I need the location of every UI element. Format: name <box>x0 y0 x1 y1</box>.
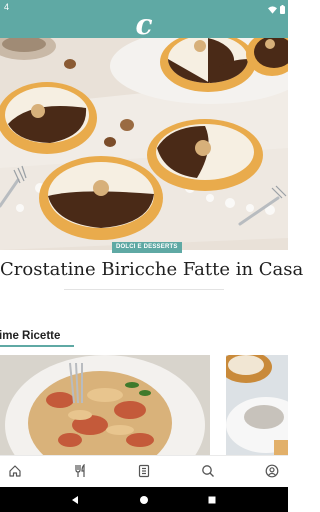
home-icon[interactable] <box>5 461 25 481</box>
search-icon[interactable] <box>198 461 218 481</box>
app-header: c <box>0 8 288 41</box>
recipe-card[interactable] <box>0 355 210 455</box>
back-icon[interactable] <box>67 492 83 508</box>
bottom-tab-bar <box>0 455 288 487</box>
dessert-image <box>226 355 288 455</box>
pasta-dish-image <box>0 355 210 455</box>
recipe-card[interactable] <box>226 355 288 455</box>
recents-icon[interactable] <box>204 492 220 508</box>
cutlery-icon[interactable] <box>70 461 90 481</box>
category-badge[interactable]: DOLCI E DESSERTS <box>112 242 182 253</box>
user-icon[interactable] <box>262 461 282 481</box>
system-navigation-bar <box>0 487 288 512</box>
section-underline <box>0 345 74 347</box>
section-title: ltime Ricette <box>0 330 61 342</box>
book-icon[interactable] <box>134 461 154 481</box>
hero-image[interactable] <box>0 38 288 250</box>
app-logo[interactable]: c <box>0 8 288 42</box>
home-circle-icon[interactable] <box>136 492 152 508</box>
title-divider <box>64 289 224 290</box>
article-title[interactable]: Crostatine Biricche Fatte in Casa <box>0 256 303 284</box>
